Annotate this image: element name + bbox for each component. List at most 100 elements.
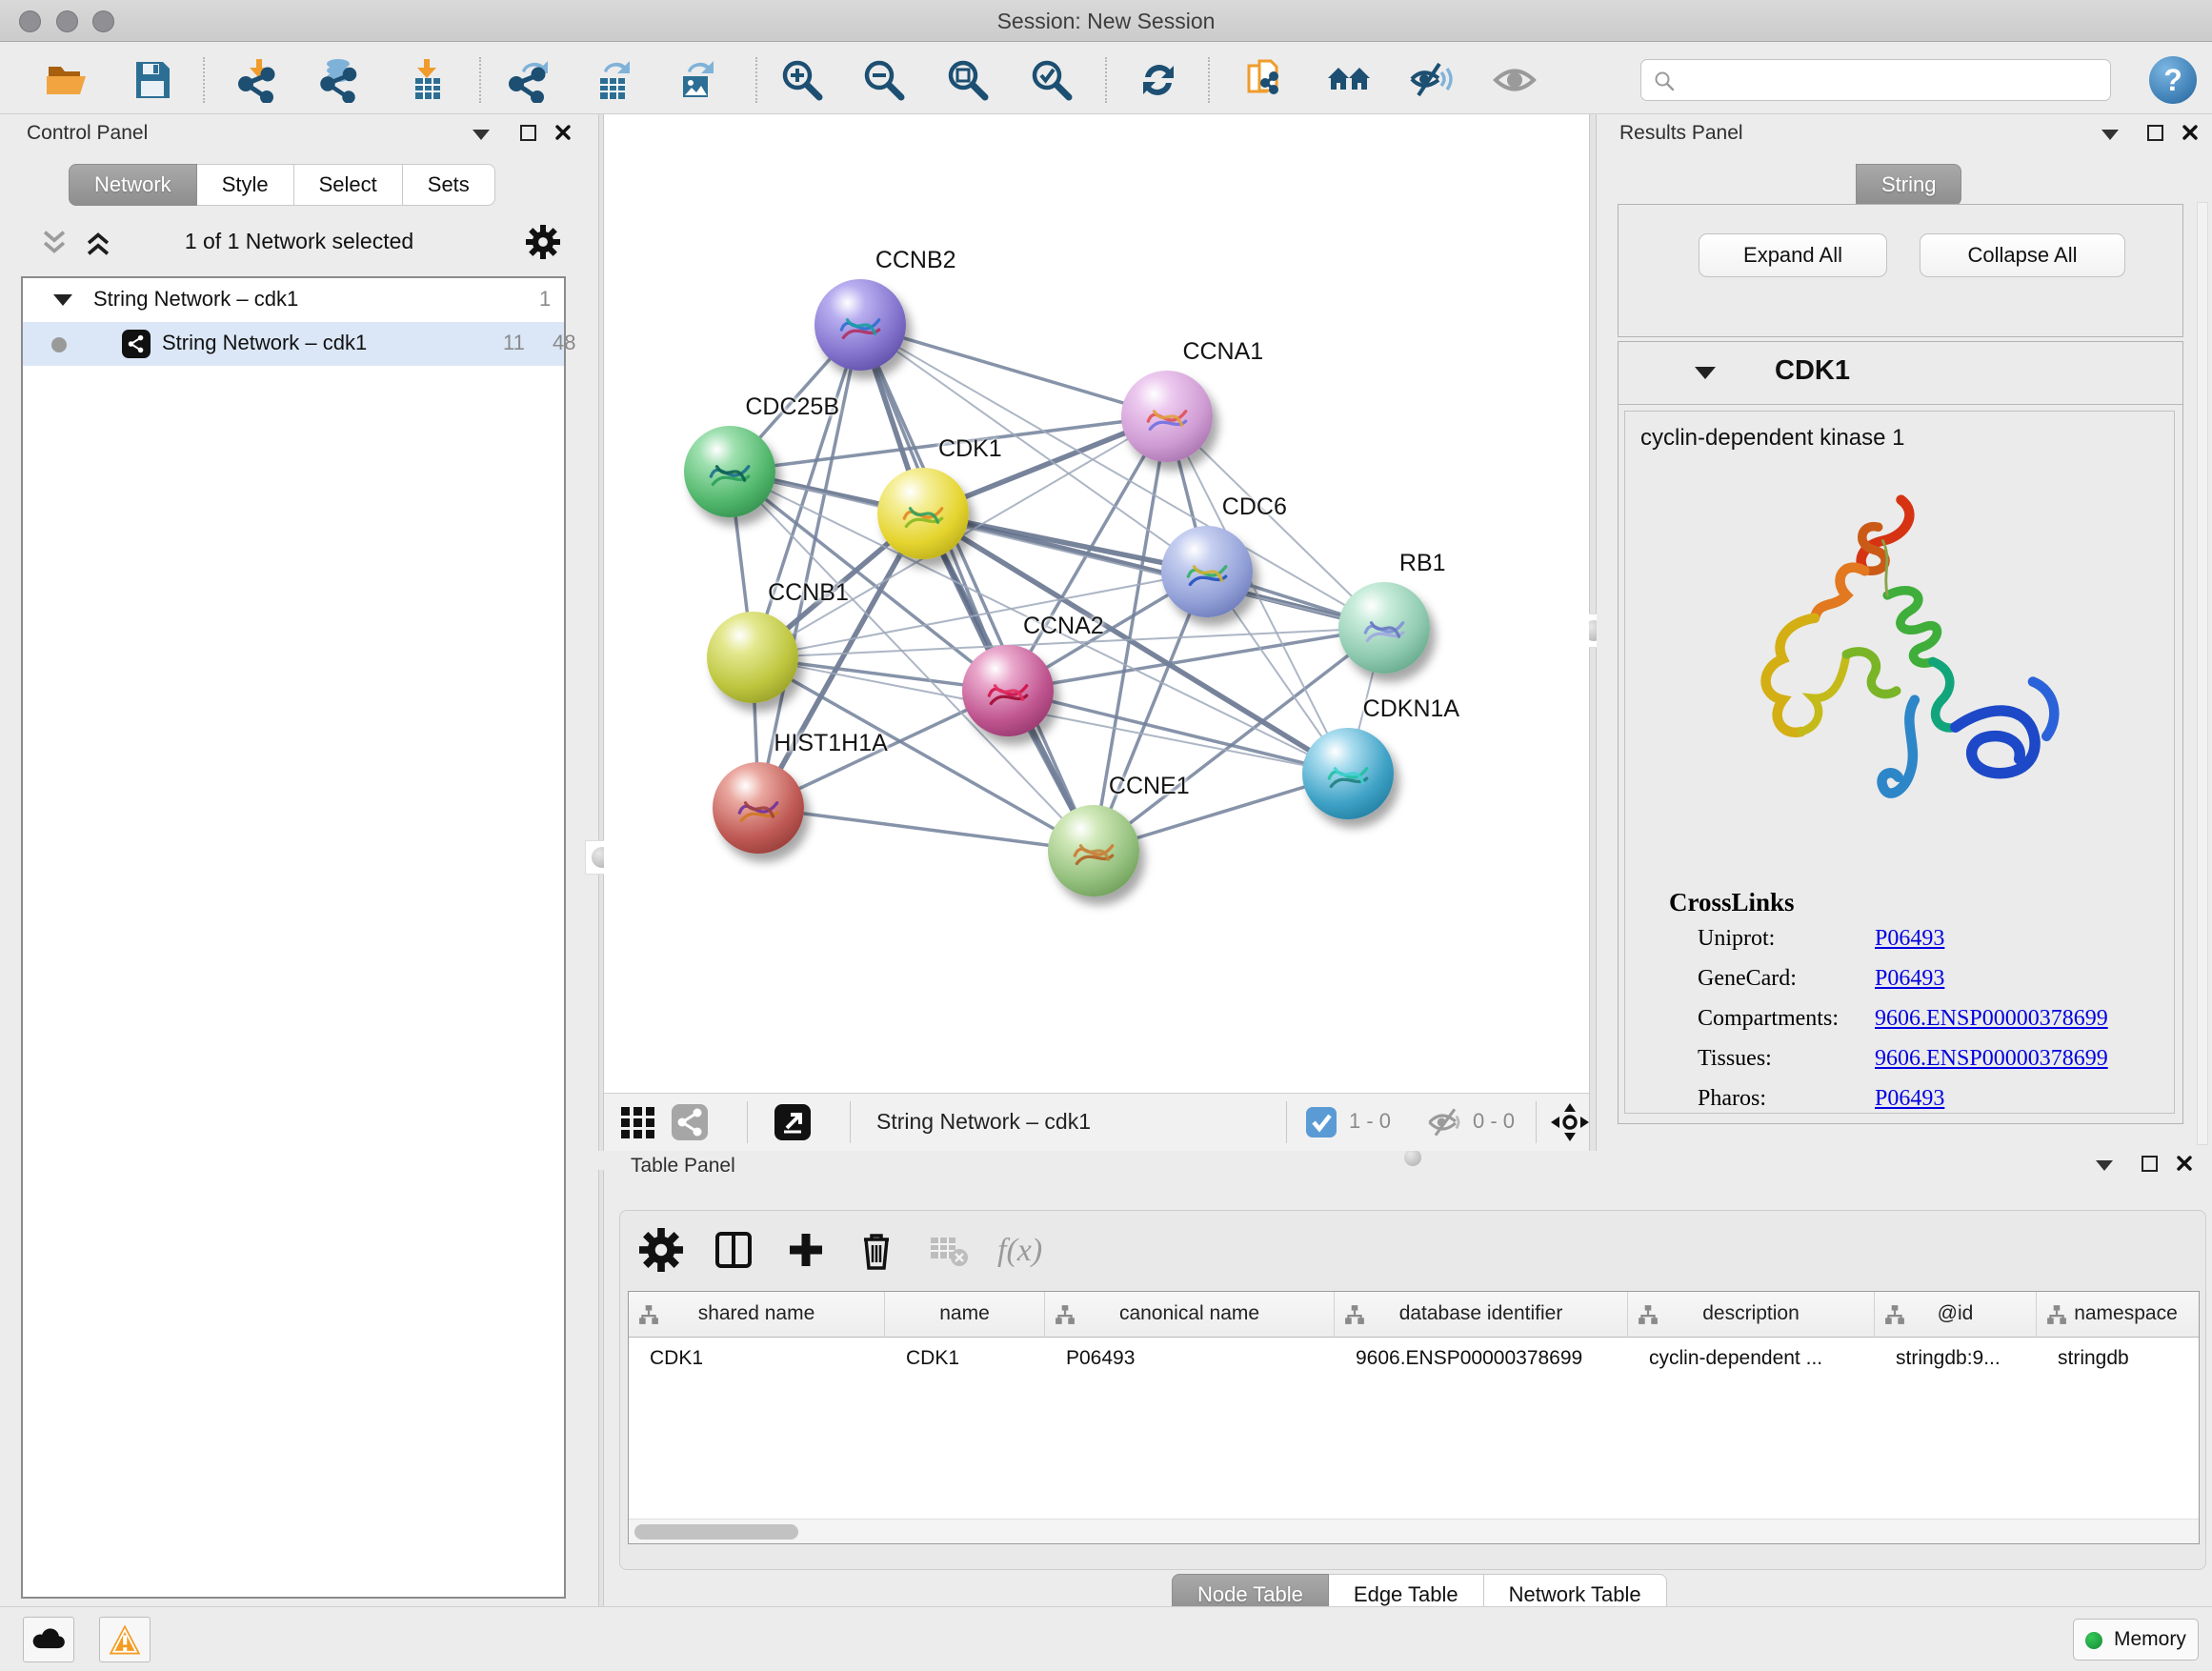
close-panel-icon[interactable] — [2176, 1155, 2193, 1172]
column-header-canonical-name[interactable]: canonical name — [1045, 1292, 1335, 1338]
right-splitter[interactable] — [1589, 114, 1597, 1151]
save-session-icon[interactable] — [130, 57, 175, 103]
maximize-panel-icon[interactable] — [2147, 125, 2163, 141]
help-button[interactable]: ? — [2149, 56, 2197, 104]
zoom-fit-icon[interactable] — [945, 57, 991, 103]
crosslink-link[interactable]: P06493 — [1875, 966, 1944, 992]
network-collection-row[interactable]: String Network – cdk1 1 — [23, 278, 564, 322]
delete-column-icon[interactable] — [855, 1228, 898, 1272]
network-edge[interactable] — [860, 325, 1168, 415]
gene-section-header[interactable]: CDK1 — [1619, 342, 2182, 405]
network-node-cdk1[interactable] — [877, 468, 969, 559]
control-tab-network[interactable]: Network — [69, 164, 197, 206]
show-columns-icon[interactable] — [712, 1228, 755, 1272]
close-panel-icon[interactable] — [2182, 124, 2199, 141]
float-panel-icon[interactable] — [2101, 130, 2119, 140]
expand-all-button[interactable]: Expand All — [1699, 233, 1887, 277]
memory-label: Memory — [2114, 1628, 2186, 1651]
zoom-selected-icon[interactable] — [1029, 57, 1075, 103]
network-view[interactable]: CCNB2CCNA1CDC25BCDK1CDC6RB1CCNB1CCNA2CDK… — [604, 114, 1589, 1093]
results-tab-string[interactable]: String — [1856, 164, 1961, 206]
export-table-icon[interactable] — [589, 57, 634, 103]
zoom-in-icon[interactable] — [779, 57, 825, 103]
selected-checkbox-icon[interactable] — [1305, 1106, 1337, 1138]
hidden-eye-icon[interactable] — [1425, 1103, 1463, 1141]
table-cell[interactable]: P06493 — [1045, 1338, 1335, 1379]
import-table-icon[interactable] — [404, 57, 450, 103]
grid-view-icon[interactable] — [619, 1103, 657, 1141]
new-network-from-selection-icon[interactable] — [1244, 57, 1290, 103]
node-label: CCNA1 — [1182, 338, 1263, 366]
network-node-hist1h1a[interactable] — [713, 762, 804, 854]
table-cell[interactable]: CDK1 — [629, 1338, 885, 1379]
network-node-cdc6[interactable] — [1161, 526, 1253, 617]
network-node-ccna2[interactable] — [962, 645, 1054, 736]
node-label: CCNB2 — [875, 247, 956, 274]
crosslink-link[interactable]: 9606.ENSP00000378699 — [1875, 1046, 2108, 1072]
memory-button[interactable]: Memory — [2073, 1619, 2199, 1661]
network-edge[interactable] — [758, 808, 1094, 852]
table-cell[interactable]: CDK1 — [885, 1338, 1045, 1379]
maximize-panel-icon[interactable] — [2142, 1156, 2158, 1172]
node-table[interactable]: shared namenamecanonical namedatabase id… — [628, 1291, 2200, 1544]
network-options-gear-icon[interactable] — [526, 225, 560, 259]
control-tab-style[interactable]: Style — [197, 164, 294, 206]
hide-unselected-icon[interactable] — [1408, 57, 1454, 103]
import-network-icon[interactable] — [236, 57, 282, 103]
network-node-cdc25b[interactable] — [684, 426, 775, 517]
birds-eye-view-icon[interactable] — [1549, 1101, 1591, 1143]
close-panel-icon[interactable] — [554, 124, 572, 141]
search-box[interactable] — [1640, 59, 2111, 101]
network-node-ccna1[interactable] — [1121, 371, 1213, 462]
table-hscrollbar-thumb[interactable] — [634, 1524, 798, 1540]
network-edge[interactable] — [1008, 691, 1348, 774]
network-node-ccnb2[interactable] — [814, 279, 906, 371]
table-cell[interactable]: stringdb:9... — [1875, 1338, 2037, 1379]
network-row[interactable]: String Network – cdk1 11 48 — [23, 322, 564, 366]
refresh-icon[interactable] — [1136, 57, 1181, 103]
column-header-description[interactable]: description — [1628, 1292, 1875, 1338]
cloud-status-button[interactable] — [23, 1617, 74, 1662]
column-header--id[interactable]: @id — [1875, 1292, 2037, 1338]
table-settings-gear-icon[interactable] — [639, 1228, 683, 1272]
export-image-icon[interactable] — [673, 57, 718, 103]
network-node-rb1[interactable] — [1338, 582, 1430, 674]
network-node-ccnb1[interactable] — [707, 612, 798, 703]
network-edge[interactable] — [860, 325, 1094, 851]
network-node-ccne1[interactable] — [1048, 805, 1139, 896]
column-header-database-identifier[interactable]: database identifier — [1335, 1292, 1628, 1338]
control-tab-select[interactable]: Select — [294, 164, 403, 206]
results-scrollbar[interactable] — [2197, 202, 2208, 1145]
table-cell[interactable]: cyclin-dependent ... — [1628, 1338, 1875, 1379]
float-panel-icon[interactable] — [2096, 1160, 2113, 1171]
maximize-panel-icon[interactable] — [520, 125, 536, 141]
export-network-icon[interactable] — [507, 57, 553, 103]
warnings-button[interactable] — [99, 1617, 151, 1662]
crosslink-link[interactable]: P06493 — [1875, 1086, 1944, 1112]
zoom-out-icon[interactable] — [861, 57, 907, 103]
import-network-from-database-icon[interactable] — [318, 57, 364, 103]
table-cell[interactable]: 9606.ENSP00000378699 — [1335, 1338, 1628, 1379]
crosslink-link[interactable]: 9606.ENSP00000378699 — [1875, 1006, 2108, 1032]
collapse-section-icon[interactable] — [1695, 367, 1716, 379]
crosslink-link[interactable]: P06493 — [1875, 926, 1944, 952]
network-view-icon[interactable] — [671, 1103, 709, 1141]
table-cell[interactable]: stringdb — [2037, 1338, 2200, 1379]
column-header-namespace[interactable]: namespace — [2037, 1292, 2200, 1338]
collapse-icon[interactable] — [53, 294, 72, 306]
home-networks-icon[interactable] — [1326, 57, 1372, 103]
column-header-name[interactable]: name — [885, 1292, 1045, 1338]
network-canvas[interactable]: CCNB2CCNA1CDC25BCDK1CDC6RB1CCNB1CCNA2CDK… — [604, 114, 1589, 1151]
collapse-all-button[interactable]: Collapse All — [1920, 233, 2125, 277]
float-panel-icon[interactable] — [473, 130, 490, 140]
add-column-icon[interactable] — [784, 1228, 828, 1272]
show-all-icon[interactable] — [1492, 57, 1538, 103]
search-input[interactable] — [1683, 62, 2102, 98]
control-tab-sets[interactable]: Sets — [403, 164, 495, 206]
cytoscape-window: Session: New Session ? Control Panel Net… — [0, 0, 2212, 1671]
column-header-shared-name[interactable]: shared name — [629, 1292, 885, 1338]
table-hscrollbar[interactable] — [629, 1519, 2199, 1543]
network-node-cdkn1a[interactable] — [1302, 728, 1394, 819]
open-session-icon[interactable] — [44, 57, 90, 103]
open-in-window-icon[interactable] — [774, 1103, 812, 1141]
